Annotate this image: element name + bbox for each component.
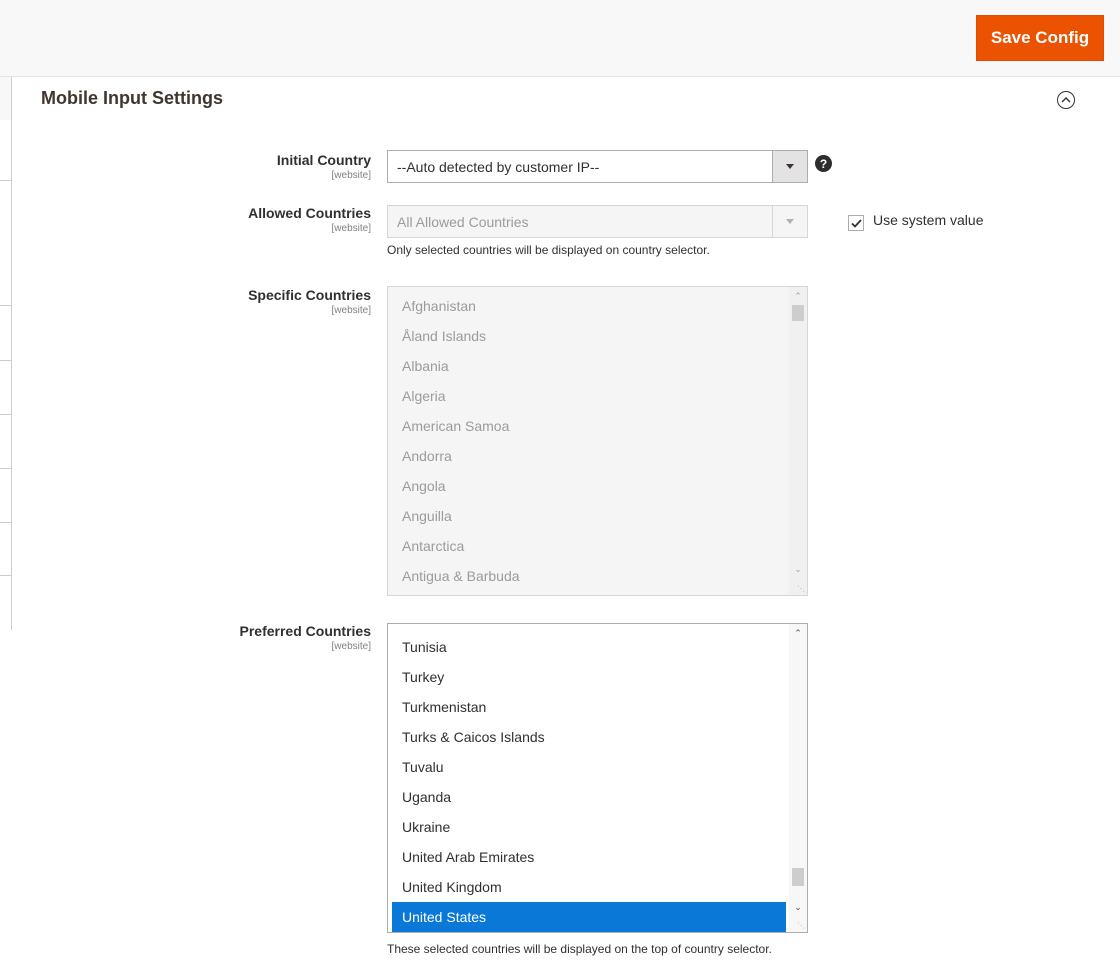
resize-grip-icon[interactable]: ⋱ bbox=[797, 922, 805, 930]
list-item: Albania bbox=[402, 358, 449, 374]
list-item[interactable]: United Arab Emirates bbox=[392, 842, 786, 872]
chevron-up-circle-icon[interactable] bbox=[1057, 91, 1075, 109]
allowed-countries-scope: [website] bbox=[331, 223, 371, 234]
scroll-down-icon[interactable]: ⌄ bbox=[794, 903, 802, 912]
left-nav-divider bbox=[0, 414, 11, 415]
preferred-countries-note: These selected countries will be display… bbox=[387, 942, 772, 956]
preferred-countries-label: Preferred Countries bbox=[239, 623, 371, 639]
left-nav-divider bbox=[0, 468, 11, 469]
left-nav-divider bbox=[0, 305, 11, 306]
checkmark-icon bbox=[850, 218, 862, 228]
scroll-up-icon[interactable]: ⌃ bbox=[794, 629, 802, 638]
preferred-countries-scope: [website] bbox=[331, 641, 371, 652]
list-item: Anguilla bbox=[402, 508, 452, 524]
save-config-button[interactable]: Save Config bbox=[976, 15, 1104, 61]
use-system-value-checkbox[interactable] bbox=[848, 215, 864, 231]
specific-countries-label: Specific Countries bbox=[248, 287, 371, 303]
specific-countries-multiselect: Afghanistan Åland Islands Albania Algeri… bbox=[387, 286, 808, 596]
arrow-down-icon bbox=[786, 219, 794, 224]
left-nav-divider bbox=[0, 522, 11, 523]
allowed-countries-select: All Allowed Countries bbox=[387, 205, 808, 238]
list-item: Angola bbox=[402, 478, 446, 494]
list-item: Antarctica bbox=[402, 538, 465, 554]
preferred-countries-multiselect[interactable]: Tunisia Turkey Turkmenistan Turks & Caic… bbox=[387, 623, 808, 933]
list-item-selected[interactable]: United States bbox=[392, 902, 786, 932]
list-item[interactable]: Turks & Caicos Islands bbox=[392, 722, 786, 752]
specific-countries-scope: [website] bbox=[331, 305, 371, 316]
dropdown-toggle[interactable] bbox=[772, 151, 807, 182]
left-nav-divider bbox=[0, 360, 11, 361]
initial-country-scope: [website] bbox=[331, 170, 371, 181]
scroll-down-icon: ⌄ bbox=[794, 564, 802, 574]
left-nav-divider bbox=[0, 575, 11, 576]
page-actions-bar: Save Config bbox=[0, 0, 1120, 77]
left-nav-edge bbox=[0, 77, 12, 630]
list-item: Andorra bbox=[402, 448, 452, 464]
list-item[interactable]: Turkey bbox=[392, 662, 786, 692]
arrow-down-icon bbox=[786, 164, 794, 169]
initial-country-label: Initial Country bbox=[276, 152, 371, 168]
list-item[interactable] bbox=[392, 624, 786, 625]
list-item: Åland Islands bbox=[402, 328, 487, 344]
initial-country-select[interactable]: --Auto detected by customer IP-- bbox=[387, 150, 808, 183]
scrollbar-thumb bbox=[792, 305, 804, 321]
list-item: Antigua & Barbuda bbox=[402, 568, 520, 584]
allowed-countries-value: All Allowed Countries bbox=[397, 213, 529, 230]
list-item: Afghanistan bbox=[402, 298, 476, 314]
resize-grip-icon: ⋱ bbox=[797, 584, 805, 593]
initial-country-value: --Auto detected by customer IP-- bbox=[397, 158, 600, 175]
use-system-value-label[interactable]: Use system value bbox=[873, 212, 983, 228]
list-item[interactable]: United Kingdom bbox=[392, 872, 786, 902]
left-nav-divider bbox=[0, 180, 11, 181]
scroll-up-icon: ⌃ bbox=[794, 291, 802, 301]
scrollbar: ⌃ ⌄ bbox=[789, 287, 807, 595]
scrollbar[interactable]: ⌃ ⌄ bbox=[789, 624, 807, 932]
list-item[interactable]: Tunisia bbox=[392, 632, 786, 662]
list-item[interactable]: Turkmenistan bbox=[392, 692, 786, 722]
section-title[interactable]: Mobile Input Settings bbox=[41, 88, 223, 109]
allowed-countries-note: Only selected countries will be displaye… bbox=[387, 243, 710, 257]
list-item: American Samoa bbox=[402, 418, 510, 434]
left-nav-top-fill bbox=[0, 77, 11, 120]
allowed-countries-label: Allowed Countries bbox=[248, 205, 371, 221]
question-mark-icon[interactable]: ? bbox=[815, 155, 832, 172]
scrollbar-thumb[interactable] bbox=[792, 868, 804, 886]
list-item[interactable]: Uganda bbox=[392, 782, 786, 812]
list-item[interactable]: Ukraine bbox=[392, 812, 786, 842]
list-item[interactable]: Tuvalu bbox=[392, 752, 786, 782]
list-item: Algeria bbox=[402, 388, 446, 404]
dropdown-toggle bbox=[772, 206, 807, 237]
